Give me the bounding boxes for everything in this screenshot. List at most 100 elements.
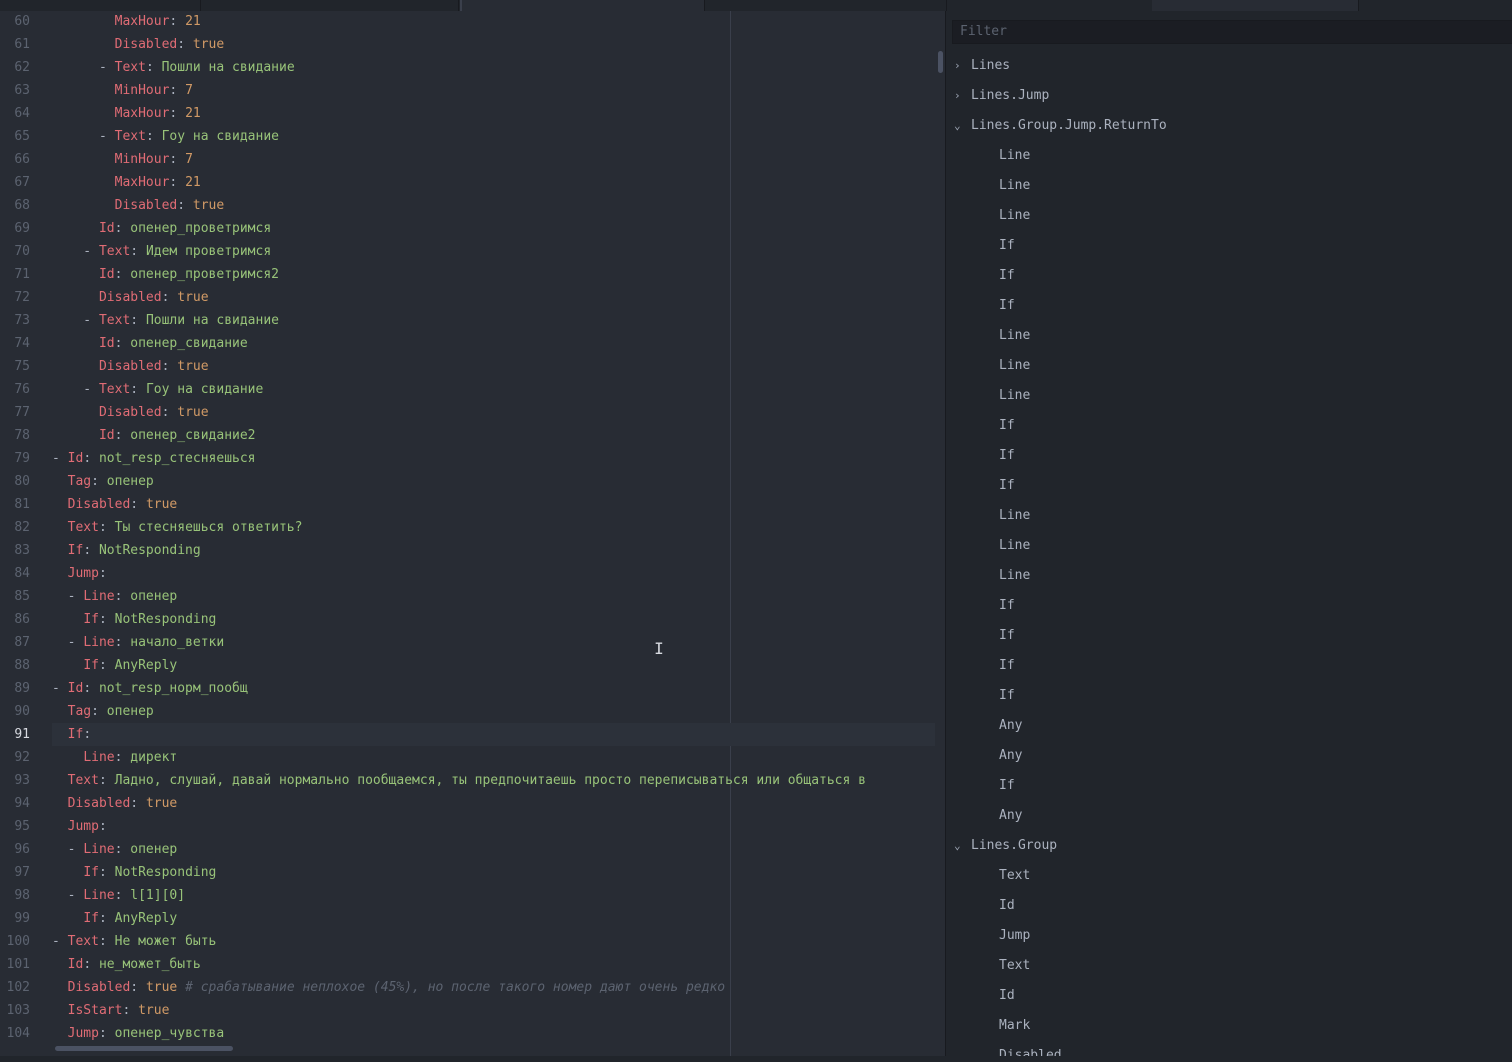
tree-item[interactable]: Line <box>999 381 1030 411</box>
tree-group[interactable]: › Lines.Jump <box>954 81 1049 111</box>
code-line[interactable]: Disabled: true <box>52 33 935 56</box>
code-line[interactable]: MaxHour: 21 <box>52 102 935 125</box>
tab-4[interactable] <box>702 0 947 11</box>
tab-active[interactable] <box>460 0 705 11</box>
code-line[interactable]: - Id: not_resp_стесняешься <box>52 447 935 470</box>
code-line[interactable]: Text: Ладно, слушай, давай нормально поо… <box>52 769 935 792</box>
chevron-down-icon[interactable]: ⌄ <box>954 831 968 861</box>
code-line[interactable]: Disabled: true <box>52 792 935 815</box>
code-line[interactable]: MinHour: 7 <box>52 79 935 102</box>
tree-item[interactable]: Line <box>999 531 1030 561</box>
tab-1[interactable] <box>0 0 201 11</box>
tree-item[interactable]: Line <box>999 321 1030 351</box>
vertical-scrollbar[interactable] <box>938 51 943 73</box>
tree-group[interactable]: ⌄ Lines.Group.Jump.ReturnTo <box>954 111 1167 141</box>
code-line[interactable]: - Text: Пошли на свидание <box>52 56 935 79</box>
code-line[interactable]: Disabled: true <box>52 286 935 309</box>
chevron-down-icon[interactable]: ⌄ <box>954 111 968 141</box>
tree-item[interactable]: Any <box>999 741 1022 771</box>
tree-item[interactable]: If <box>999 651 1015 681</box>
tree-item[interactable]: Mark <box>999 1011 1030 1041</box>
code-line[interactable]: If: NotResponding <box>52 539 935 562</box>
tree-item[interactable]: Jump <box>999 921 1030 951</box>
tree-item[interactable]: Line <box>999 141 1030 171</box>
tree-label: Line <box>999 208 1031 223</box>
code-line[interactable]: Disabled: true <box>52 194 935 217</box>
code-line[interactable]: Disabled: true <box>52 493 935 516</box>
current-code-line[interactable]: If: <box>52 723 935 746</box>
tree-item[interactable]: Line <box>999 201 1030 231</box>
tree-item[interactable]: If <box>999 291 1015 321</box>
code-line[interactable]: Tag: опенер <box>52 470 935 493</box>
code-line[interactable]: Disabled: true <box>52 401 935 424</box>
code-line[interactable]: - Line: начало_ветки <box>52 631 935 654</box>
code-line[interactable]: MinHour: 7 <box>52 148 935 171</box>
chevron-right-icon[interactable]: › <box>954 81 968 111</box>
horizontal-scrollbar[interactable] <box>55 1046 233 1051</box>
tree-item[interactable]: If <box>999 681 1015 711</box>
code-line[interactable]: If: AnyReply <box>52 907 935 930</box>
line-number: 102 <box>6 980 30 995</box>
tree-item[interactable]: If <box>999 591 1015 621</box>
code-line[interactable]: - Text: Гоу на свидание <box>52 378 935 401</box>
tab-7[interactable] <box>1358 0 1512 11</box>
tab-2[interactable] <box>200 0 459 11</box>
code-line[interactable]: Jump: <box>52 562 935 585</box>
tree-item[interactable]: Line <box>999 501 1030 531</box>
code-line[interactable]: - Text: Идем проветримся <box>52 240 935 263</box>
code-line[interactable]: - Id: not_resp_норм_пообщ <box>52 677 935 700</box>
tree-item[interactable]: Id <box>999 891 1015 921</box>
tree-item[interactable]: If <box>999 471 1015 501</box>
code-line[interactable]: - Text: Не может быть <box>52 930 935 953</box>
code-line[interactable]: - Text: Пошли на свидание <box>52 309 935 332</box>
tree-group[interactable]: ⌄ Lines.Group <box>954 831 1057 861</box>
code-line[interactable]: - Text: Гоу на свидание <box>52 125 935 148</box>
tree-item[interactable]: If <box>999 261 1015 291</box>
code-line[interactable]: If: NotResponding <box>52 861 935 884</box>
code-token: AnyReply <box>114 658 178 673</box>
tree-item[interactable]: Text <box>999 861 1030 891</box>
code-line[interactable]: Id: опенер_свидание2 <box>52 424 935 447</box>
filter-input[interactable]: Filter <box>952 20 1512 44</box>
tree-item[interactable]: If <box>999 771 1015 801</box>
tree-item[interactable]: Disabled <box>999 1041 1062 1056</box>
tree-group[interactable]: › Lines <box>954 51 1010 81</box>
code-line[interactable]: Disabled: true # срабатывание неплохое (… <box>52 976 935 999</box>
tree-item[interactable]: Text <box>999 951 1030 981</box>
code-line[interactable]: Disabled: true <box>52 355 935 378</box>
tree-item[interactable]: Line <box>999 351 1030 381</box>
tree-item[interactable]: Line <box>999 171 1030 201</box>
tree-item[interactable]: Id <box>999 981 1015 1011</box>
code-line[interactable]: Id: опенер_проветримся2 <box>52 263 935 286</box>
code-line[interactable]: Id: не_может_быть <box>52 953 935 976</box>
code-line[interactable]: IsStart: true <box>52 999 935 1022</box>
tab-6[interactable] <box>1152 0 1359 11</box>
code-line[interactable]: Jump: опенер_чувства <box>52 1022 935 1045</box>
code-line[interactable]: Line: директ <box>52 746 935 769</box>
chevron-right-icon[interactable]: › <box>954 51 968 81</box>
code-line[interactable]: - Line: опенер <box>52 838 935 861</box>
code-line[interactable]: Text: Ты стесняешься ответить? <box>52 516 935 539</box>
tab-5[interactable] <box>946 0 1153 11</box>
tree-item[interactable]: If <box>999 621 1015 651</box>
code-line[interactable]: Id: опенер_проветримся <box>52 217 935 240</box>
code-token: : <box>130 382 146 397</box>
tree-item[interactable]: If <box>999 411 1015 441</box>
code-line[interactable]: If: AnyReply <box>52 654 935 677</box>
code-line[interactable]: Id: опенер_свидание <box>52 332 935 355</box>
tree-item[interactable]: If <box>999 231 1015 261</box>
tree-item[interactable]: If <box>999 441 1015 471</box>
code-line[interactable]: MaxHour: 21 <box>52 171 935 194</box>
code-line[interactable]: If: NotResponding <box>52 608 935 631</box>
tree-item[interactable]: Line <box>999 561 1030 591</box>
code-editor[interactable]: 60 61 62 63 64 65 66 67 68 69 70 71 72 73 74 75 76 77 78 79… <box>0 11 945 1056</box>
line-number: 99 <box>14 911 30 926</box>
code-line[interactable]: Tag: опенер <box>52 700 935 723</box>
code-token: : <box>98 819 107 834</box>
code-line[interactable]: Jump: <box>52 815 935 838</box>
code-line[interactable]: - Line: l[1][0] <box>52 884 935 907</box>
code-line[interactable]: MaxHour: 21 <box>52 11 935 33</box>
tree-item[interactable]: Any <box>999 801 1022 831</box>
tree-item[interactable]: Any <box>999 711 1022 741</box>
code-line[interactable]: - Line: опенер <box>52 585 935 608</box>
